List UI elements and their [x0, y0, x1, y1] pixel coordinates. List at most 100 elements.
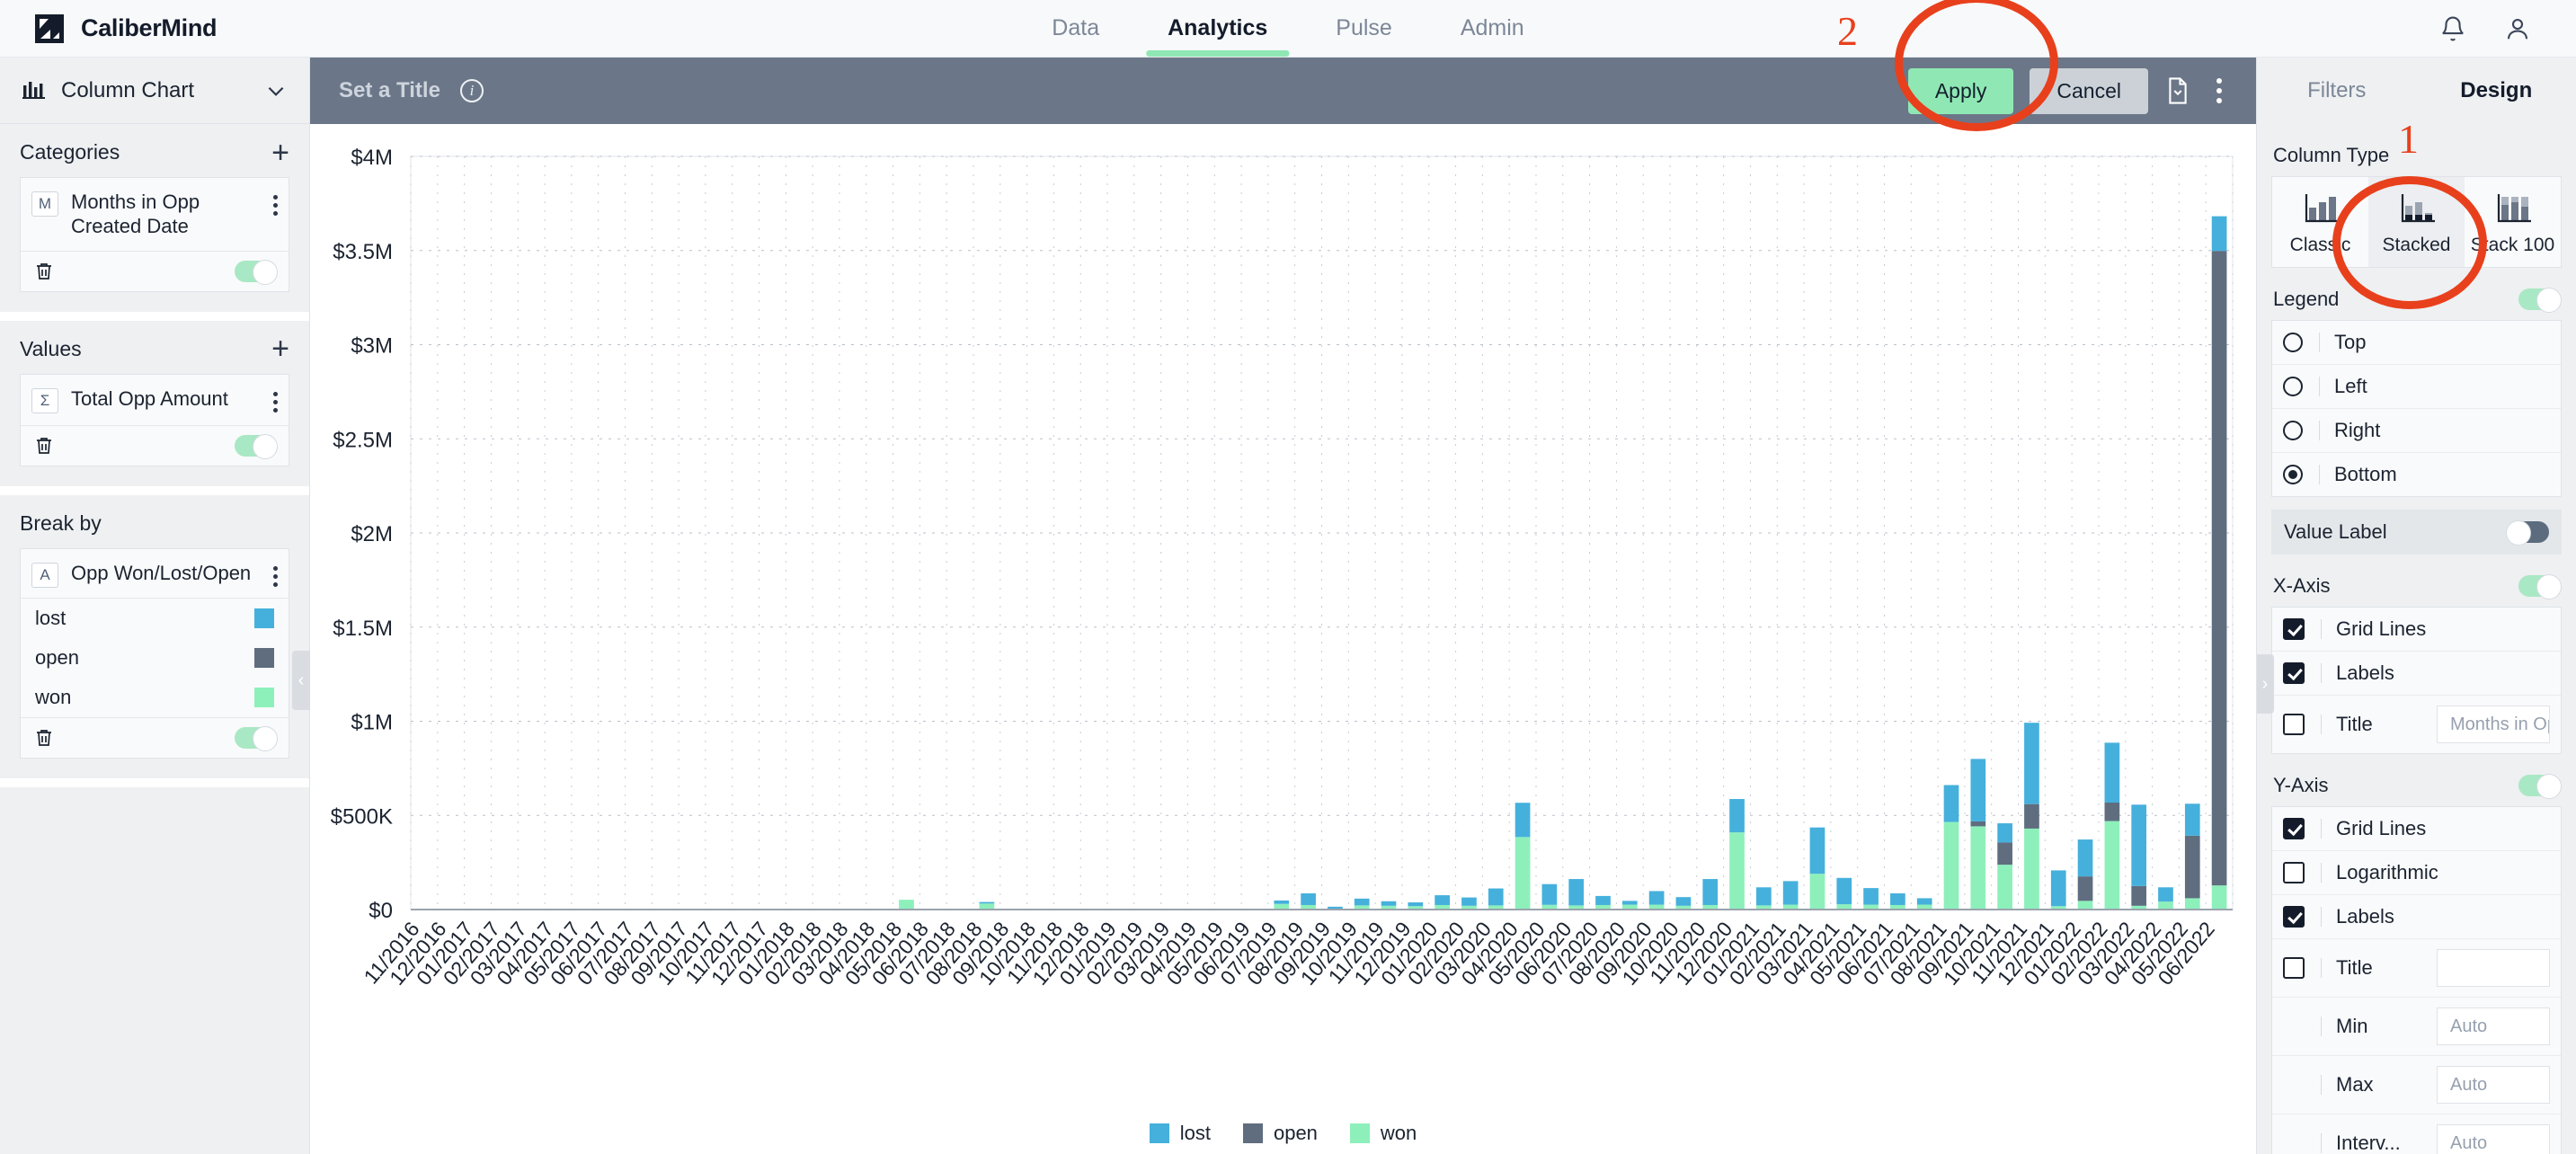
y-axis-min-input[interactable]: Auto: [2437, 1008, 2550, 1045]
svg-text:$4M: $4M: [351, 146, 393, 170]
delete-break-by-icon[interactable]: [33, 726, 55, 750]
y-axis-title-row[interactable]: Title: [2272, 939, 2561, 998]
stacked-column-type-option[interactable]: Stacked: [2368, 177, 2465, 267]
category-field-card: M Months in Opp Created Date: [20, 177, 289, 292]
chart-type-selector[interactable]: Column Chart: [0, 58, 309, 124]
value-field-main[interactable]: Σ Total Opp Amount: [21, 375, 289, 425]
radio-right[interactable]: [2283, 421, 2303, 440]
right-panel-collapse-handle[interactable]: ›: [2257, 654, 2274, 714]
y-axis-title-input[interactable]: [2437, 949, 2550, 987]
y-axis-toggle[interactable]: [2518, 774, 2562, 799]
value-label-text: Value Label: [2284, 520, 2387, 543]
checkbox-x-labels[interactable]: [2283, 662, 2305, 684]
x-axis-title-row[interactable]: Title Months in Opp Cr: [2272, 696, 2561, 753]
value-field-menu-icon[interactable]: [272, 386, 278, 413]
break-by-field-card: A Opp Won/Lost/Open lost open won: [20, 547, 289, 759]
legend-position-top[interactable]: Top: [2272, 321, 2561, 365]
series-color-swatch-won[interactable]: [254, 687, 274, 707]
value-enabled-toggle[interactable]: [235, 433, 278, 459]
more-vertical-icon[interactable]: [2207, 78, 2231, 103]
legend-section: Legend Top Left Right Bottom: [2257, 268, 2576, 497]
checkbox-x-grid-lines[interactable]: [2283, 618, 2305, 640]
x-axis-toggle[interactable]: [2518, 574, 2562, 599]
nav-item-pulse[interactable]: Pulse: [1301, 0, 1426, 57]
legend-position-bottom[interactable]: Bottom: [2272, 453, 2561, 496]
break-by-enabled-toggle[interactable]: [235, 725, 278, 751]
chevron-down-icon[interactable]: [264, 79, 288, 102]
classic-option-label: Classic: [2289, 235, 2351, 255]
break-by-field-menu-icon[interactable]: [272, 561, 278, 587]
series-color-swatch-lost[interactable]: [254, 608, 274, 628]
legend-item-won[interactable]: won: [1349, 1122, 1417, 1145]
x-axis-labels-row[interactable]: Labels: [2272, 652, 2561, 696]
nav-item-admin[interactable]: Admin: [1426, 0, 1559, 57]
classic-column-type-option[interactable]: Classic: [2272, 177, 2368, 267]
category-enabled-toggle[interactable]: [235, 259, 278, 285]
radio-top[interactable]: [2283, 333, 2303, 352]
y-axis-labels-row[interactable]: Labels: [2272, 895, 2561, 939]
delete-category-icon[interactable]: [33, 260, 55, 283]
legend-swatch-open: [1242, 1123, 1263, 1143]
cancel-button[interactable]: Cancel: [2030, 67, 2148, 114]
info-icon[interactable]: i: [459, 79, 484, 102]
nav-item-data[interactable]: Data: [1017, 0, 1133, 57]
categories-title: Categories: [20, 140, 120, 164]
y-axis-interval-row[interactable]: Interv... Auto: [2272, 1114, 2561, 1154]
y-axis-min-row[interactable]: Min Auto: [2272, 998, 2561, 1056]
value-field-footer: [21, 424, 289, 466]
checkbox-y-labels[interactable]: [2283, 906, 2305, 928]
chart-workspace: Set a Title i Apply Cancel $0 $500K $1M $1.…: [310, 58, 2256, 1154]
legend-position-right[interactable]: Right: [2272, 409, 2561, 453]
chart-plot-area[interactable]: $0 $500K $1M $1.5M $2M $2.5M $3M $3.5M $4M 11/201…: [310, 124, 2256, 1154]
user-account-icon[interactable]: [2504, 15, 2531, 42]
legend-toggle[interactable]: [2518, 288, 2562, 313]
series-label-open: open: [35, 645, 79, 669]
delete-value-icon[interactable]: [33, 434, 55, 457]
category-field-menu-icon[interactable]: [272, 190, 278, 216]
svg-text:$3.5M: $3.5M: [333, 240, 393, 264]
y-axis-grid-lines-row[interactable]: Grid Lines: [2272, 807, 2561, 851]
series-row-won[interactable]: won: [21, 678, 289, 717]
series-color-swatch-open[interactable]: [254, 647, 274, 668]
svg-text:$2M: $2M: [351, 522, 393, 546]
x-axis-title-input[interactable]: Months in Opp Cr: [2437, 706, 2550, 743]
checkbox-y-title[interactable]: [2283, 957, 2305, 979]
legend-item-lost[interactable]: lost: [1149, 1122, 1211, 1145]
y-axis-options: Grid Lines Logarithmic Labels Title Min …: [2271, 806, 2562, 1154]
legend-position-left[interactable]: Left: [2272, 365, 2561, 409]
categories-section: Categories + M Months in Opp Created Dat…: [0, 124, 309, 321]
checkbox-x-title[interactable]: [2283, 714, 2305, 735]
x-axis-grid-lines-row[interactable]: Grid Lines: [2272, 608, 2561, 652]
value-label-toggle[interactable]: [2506, 520, 2549, 546]
export-file-icon[interactable]: [2164, 76, 2191, 105]
chart-toolbar: Set a Title i Apply Cancel: [310, 58, 2256, 124]
checkbox-y-logarithmic[interactable]: [2283, 862, 2305, 883]
checkbox-y-grid-lines[interactable]: [2283, 818, 2305, 839]
stacked-column-chart[interactable]: $0$500K$1M$1.5M$2M$2.5M$3M$3.5M$4M11/201…: [310, 124, 2256, 1154]
add-category-button[interactable]: +: [271, 138, 289, 168]
series-row-open[interactable]: open: [21, 638, 289, 678]
tab-design[interactable]: Design: [2417, 78, 2576, 103]
y-axis-max-row[interactable]: Max Auto: [2272, 1056, 2561, 1114]
apply-button[interactable]: Apply: [1907, 67, 2014, 114]
nav-item-analytics[interactable]: Analytics: [1133, 0, 1301, 57]
stack100-column-type-option[interactable]: Stack 100: [2465, 177, 2561, 267]
bell-icon[interactable]: [2439, 15, 2466, 42]
radio-left[interactable]: [2283, 377, 2303, 396]
series-row-lost[interactable]: lost: [21, 599, 289, 638]
brand-logo-block[interactable]: CaliberMind: [0, 13, 218, 44]
break-by-field-main[interactable]: A Opp Won/Lost/Open: [21, 549, 289, 598]
y-axis-max-input[interactable]: Auto: [2437, 1066, 2550, 1104]
x-axis-section: X-Axis Grid Lines Labels Title Months in…: [2257, 555, 2576, 754]
radio-bottom[interactable]: [2283, 465, 2303, 484]
legend-item-open[interactable]: open: [1242, 1122, 1318, 1145]
chart-type-label: Column Chart: [61, 77, 195, 102]
stack100-option-label: Stack 100: [2470, 235, 2555, 255]
y-axis-interval-input[interactable]: Auto: [2437, 1124, 2550, 1154]
chart-title-input[interactable]: Set a Title: [339, 78, 440, 103]
category-field-main[interactable]: M Months in Opp Created Date: [21, 178, 289, 251]
sidebar-collapse-handle[interactable]: ‹: [292, 651, 310, 710]
add-value-button[interactable]: +: [271, 333, 289, 364]
y-axis-logarithmic-row[interactable]: Logarithmic: [2272, 851, 2561, 895]
tab-filters[interactable]: Filters: [2257, 78, 2417, 103]
